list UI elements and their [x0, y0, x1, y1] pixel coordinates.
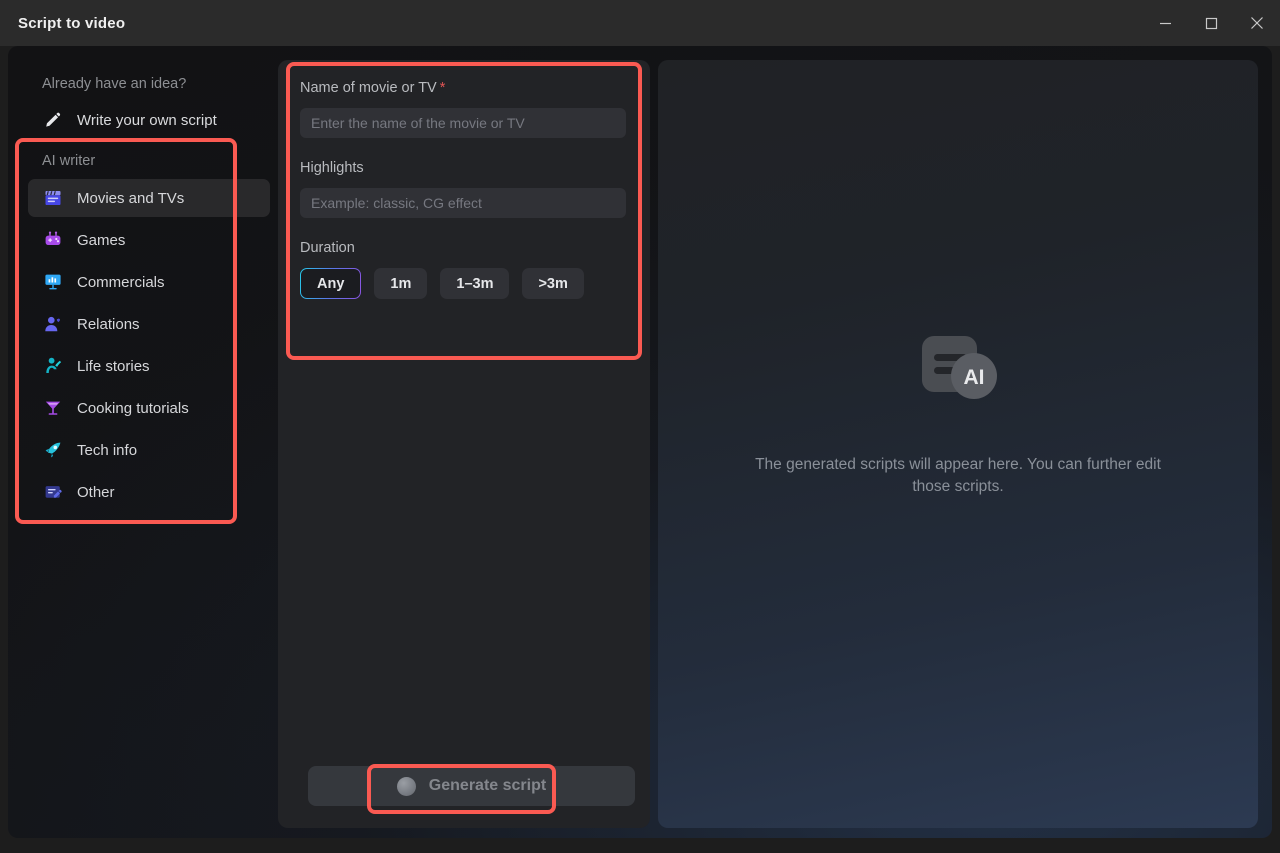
script-preview-panel: AI The generated scripts will appear her… — [658, 60, 1258, 828]
window-controls — [1142, 0, 1280, 46]
presentation-board-icon — [42, 272, 63, 293]
generate-button-area: Generate script — [308, 766, 635, 806]
idea-heading: Already have an idea? — [42, 76, 187, 92]
window-title: Script to video — [18, 14, 126, 32]
generate-script-label: Generate script — [428, 777, 547, 794]
sidebar-item-other[interactable]: Other — [28, 473, 270, 511]
sidebar-item-tech-info[interactable]: Tech info — [28, 431, 270, 469]
cocktail-glass-icon — [42, 398, 63, 419]
close-button[interactable] — [1234, 0, 1280, 46]
script-settings-panel: Name of movie or TV* Highlights Duration… — [278, 60, 650, 828]
sidebar-item-games[interactable]: Games — [28, 221, 270, 259]
ai-document-icon: AI — [912, 332, 1004, 412]
ai-badge-text: AI — [964, 366, 985, 389]
duration-option-any[interactable]: Any — [300, 268, 361, 299]
sidebar-item-label: Tech info — [77, 441, 138, 459]
note-edit-icon — [42, 482, 63, 503]
person-heart-icon — [42, 314, 63, 335]
sidebar-item-label: Games — [77, 231, 126, 249]
clapperboard-icon — [42, 188, 63, 209]
ai-writer-list: Movies and TVs Games Commercials Relatio… — [8, 179, 286, 511]
ai-writer-section-title: AI writer — [42, 153, 96, 169]
sidebar-item-write-your-own-script[interactable]: Write your own script — [42, 110, 286, 131]
duration-option-1m[interactable]: 1m — [374, 268, 428, 299]
sidebar-item-label: Life stories — [77, 357, 150, 375]
minimize-icon — [1159, 22, 1171, 24]
minimize-button[interactable] — [1142, 0, 1188, 46]
maximize-icon — [1205, 17, 1217, 29]
script-settings-form: Name of movie or TV* Highlights Duration… — [278, 60, 650, 299]
sidebar-item-label: Relations — [77, 315, 140, 333]
content-card: Already have an idea? Write your own scr… — [8, 46, 1272, 838]
generate-script-button[interactable]: Generate script — [308, 766, 635, 806]
app-window: Script to video Already have an idea? Wr… — [0, 0, 1280, 853]
sidebar-item-label: Write your own script — [77, 112, 217, 129]
sidebar: Already have an idea? Write your own scr… — [8, 46, 286, 838]
sidebar-item-commercials[interactable]: Commercials — [28, 263, 270, 301]
title-bar: Script to video — [0, 0, 1280, 46]
window-body: Already have an idea? Write your own scr… — [0, 46, 1280, 853]
duration-option-1-3m[interactable]: 1–3m — [440, 268, 510, 299]
name-field-label-text: Name of movie or TV — [300, 80, 437, 96]
empty-state: AI The generated scripts will appear her… — [738, 332, 1178, 498]
sidebar-item-label: Cooking tutorials — [77, 399, 189, 417]
gamepad-icon — [42, 230, 63, 251]
empty-state-message: The generated scripts will appear here. … — [755, 456, 1161, 495]
duration-option-gt3m[interactable]: >3m — [522, 268, 584, 299]
ai-sphere-icon — [396, 776, 416, 796]
highlights-field-label: Highlights — [300, 160, 364, 176]
sidebar-item-cooking-tutorials[interactable]: Cooking tutorials — [28, 389, 270, 427]
sidebar-item-label: Movies and TVs — [77, 189, 185, 207]
highlights-input[interactable] — [300, 188, 626, 218]
sidebar-item-relations[interactable]: Relations — [28, 305, 270, 343]
name-input[interactable] — [300, 108, 626, 138]
sidebar-item-label: Commercials — [77, 273, 165, 291]
maximize-button[interactable] — [1188, 0, 1234, 46]
required-asterisk: * — [439, 80, 446, 96]
sidebar-item-movies-and-tvs[interactable]: Movies and TVs — [28, 179, 270, 217]
sidebar-item-label: Other — [77, 483, 115, 501]
duration-options: Any 1m 1–3m >3m — [300, 268, 628, 299]
person-raising-hand-icon — [42, 356, 63, 377]
name-field-label: Name of movie or TV * — [300, 80, 628, 96]
close-icon — [1251, 17, 1263, 29]
duration-field-label: Duration — [300, 240, 355, 256]
rocket-icon — [42, 440, 63, 461]
pencil-icon — [42, 110, 63, 131]
sidebar-item-life-stories[interactable]: Life stories — [28, 347, 270, 385]
